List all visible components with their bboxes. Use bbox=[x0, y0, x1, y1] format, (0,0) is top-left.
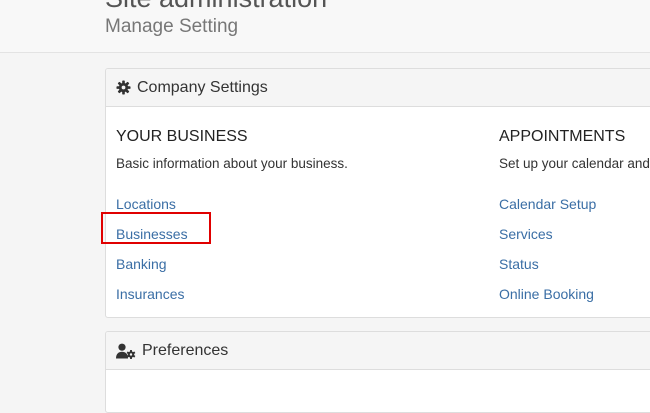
appointments-description: Set up your calendar and bbox=[499, 156, 650, 171]
online-booking-link[interactable]: Online Booking bbox=[499, 286, 594, 302]
list-item: Calendar Setup bbox=[499, 189, 650, 219]
preferences-heading: Preferences bbox=[106, 332, 650, 370]
user-gear-icon bbox=[116, 343, 136, 359]
gear-icon bbox=[116, 80, 131, 95]
services-link[interactable]: Services bbox=[499, 226, 553, 242]
calendar-setup-link[interactable]: Calendar Setup bbox=[499, 196, 596, 212]
list-item: Status bbox=[499, 249, 650, 279]
company-settings-heading: Company Settings bbox=[106, 69, 650, 107]
preferences-title: Preferences bbox=[142, 341, 229, 359]
list-item: Locations bbox=[116, 189, 348, 219]
list-item: Businesses bbox=[116, 219, 348, 249]
list-item: Insurances bbox=[116, 279, 348, 309]
your-business-links: Locations Businesses Banking Insurances bbox=[116, 189, 348, 309]
locations-link[interactable]: Locations bbox=[116, 196, 176, 212]
list-item: Services bbox=[499, 219, 650, 249]
company-settings-panel: Company Settings YOUR BUSINESS Basic inf… bbox=[105, 68, 650, 318]
list-item: Banking bbox=[116, 249, 348, 279]
preferences-panel: Preferences bbox=[105, 331, 650, 413]
insurances-link[interactable]: Insurances bbox=[116, 286, 184, 302]
page-header: Site administration Manage Setting bbox=[0, 0, 650, 53]
site-title: Site administration bbox=[105, 0, 327, 14]
list-item: Online Booking bbox=[499, 279, 650, 309]
appointments-links: Calendar Setup Services Status Online Bo… bbox=[499, 189, 650, 309]
page-title: Manage Setting bbox=[105, 16, 239, 37]
your-business-section: YOUR BUSINESS Basic information about yo… bbox=[116, 127, 348, 309]
appointments-heading: APPOINTMENTS bbox=[499, 128, 626, 145]
company-settings-title: Company Settings bbox=[137, 78, 268, 96]
banking-link[interactable]: Banking bbox=[116, 256, 167, 272]
appointments-section: APPOINTMENTS Set up your calendar and Ca… bbox=[499, 127, 650, 309]
status-link[interactable]: Status bbox=[499, 256, 539, 272]
your-business-description: Basic information about your business. bbox=[116, 156, 348, 171]
businesses-link[interactable]: Businesses bbox=[116, 226, 188, 242]
your-business-heading: YOUR BUSINESS bbox=[116, 128, 248, 145]
